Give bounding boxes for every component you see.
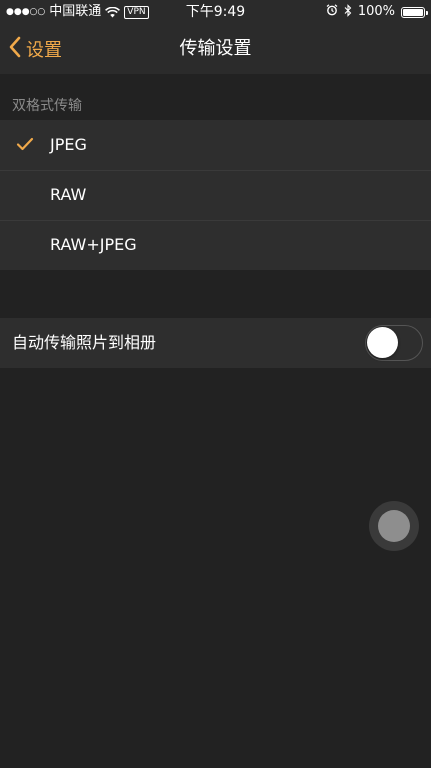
auto-transfer-row: 自动传输照片到相册 (0, 318, 431, 368)
page-title: 传输设置 (179, 38, 252, 59)
auto-transfer-toggle[interactable] (365, 325, 423, 361)
checkmark-icon (16, 136, 34, 155)
dual-format-options: JPEG RAW RAW+JPEG (0, 120, 431, 270)
option-label-raw-jpeg: RAW+JPEG (50, 235, 137, 254)
bluetooth-icon (344, 3, 352, 21)
toggle-knob (367, 327, 398, 358)
navigation-bar: 设置 传输设置 (0, 24, 431, 74)
assistive-touch-button[interactable] (369, 501, 419, 551)
option-row-raw[interactable]: RAW (0, 170, 431, 220)
alarm-icon (326, 4, 338, 20)
battery-level-fill (403, 8, 423, 16)
battery-icon (401, 6, 428, 18)
back-button[interactable]: 设置 (8, 24, 62, 74)
option-label-jpeg: JPEG (50, 135, 87, 154)
assistive-touch-icon (378, 510, 410, 542)
option-row-jpeg[interactable]: JPEG (0, 120, 431, 170)
option-row-raw-jpeg[interactable]: RAW+JPEG (0, 220, 431, 270)
status-right: 100% (326, 3, 428, 21)
status-bar: ●●●○○ 中国联通 VPN 下午9:49 100% (0, 0, 431, 24)
back-button-label: 设置 (26, 40, 62, 61)
chevron-left-icon (8, 36, 22, 62)
auto-transfer-label: 自动传输照片到相册 (12, 333, 157, 352)
battery-percentage: 100% (357, 4, 395, 19)
option-label-raw: RAW (50, 185, 87, 204)
section-header-dual-format: 双格式传输 (12, 98, 82, 114)
